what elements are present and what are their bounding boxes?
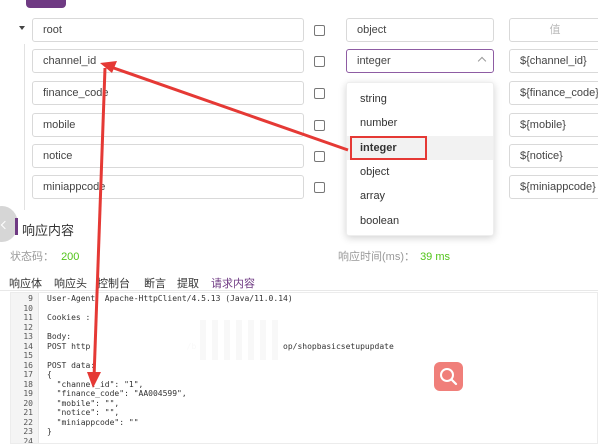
annotation-arrow-to-field <box>107 64 349 152</box>
annotation-arrow-to-code <box>92 67 107 379</box>
arrowhead <box>87 372 101 388</box>
arrowhead <box>100 61 117 73</box>
annotation-arrows <box>87 61 349 388</box>
